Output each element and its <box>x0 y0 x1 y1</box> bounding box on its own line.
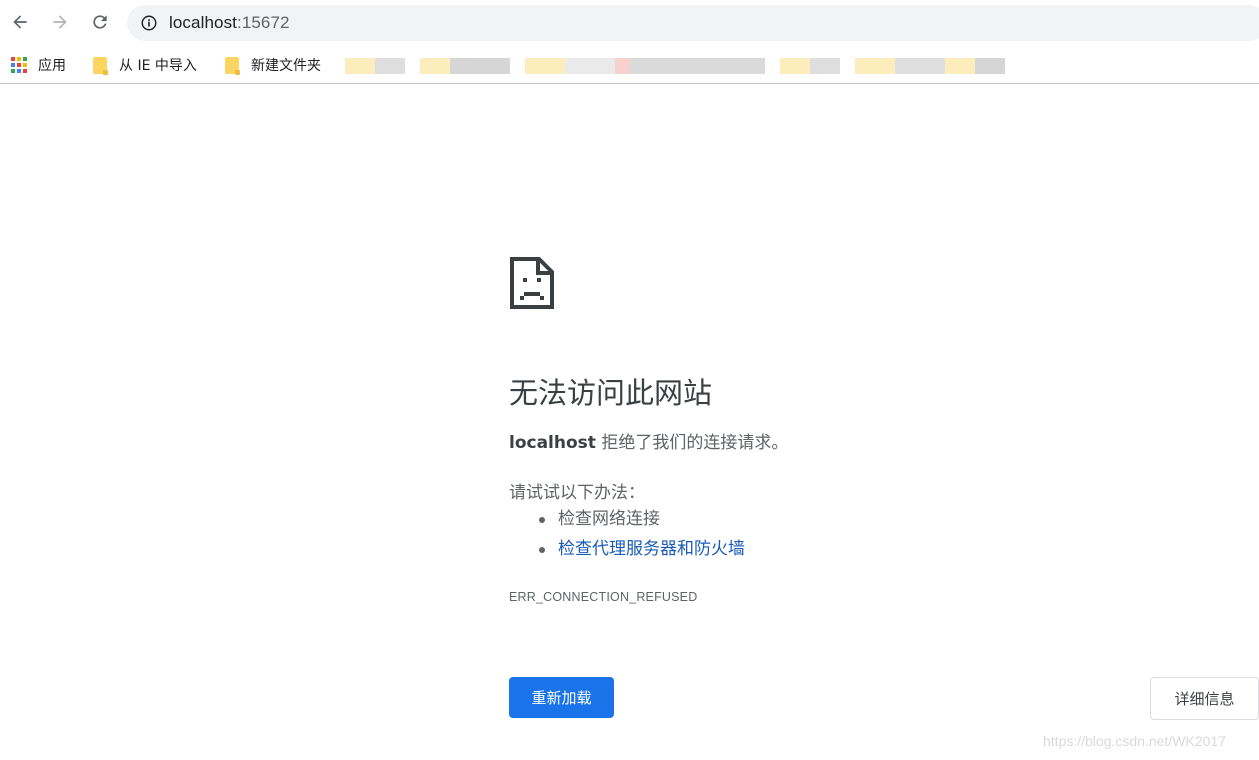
folder-icon <box>223 56 241 75</box>
error-title: 无法访问此网站 <box>509 376 713 410</box>
error-host: localhost <box>509 433 596 453</box>
error-code: ERR_CONNECTION_REFUSED <box>509 590 698 604</box>
arrow-right-icon <box>53 15 67 29</box>
bookmark-ie-label: 从 IE 中导入 <box>119 58 197 74</box>
bookmark-apps-label: 应用 <box>38 58 66 74</box>
suggestion-check-network: 检查网络连接 <box>509 507 745 537</box>
arrow-left-icon <box>13 15 27 29</box>
bookmark-import-from-ie[interactable]: 从 IE 中导入 <box>91 53 197 77</box>
url-host: localhost <box>169 13 237 32</box>
suggestions-heading: 请试试以下办法： <box>509 483 645 503</box>
error-description: localhost 拒绝了我们的连接请求。 <box>509 428 788 453</box>
details-button[interactable]: 详细信息 <box>1150 677 1259 720</box>
browser-toolbar: localhost:15672 <box>0 0 1259 46</box>
address-bar-url[interactable]: localhost:15672 <box>169 13 290 33</box>
watermark: https://blog.csdn.net/WK2017 <box>1043 733 1226 749</box>
forward-button[interactable] <box>45 7 75 37</box>
suggestion-check-proxy-firewall-link[interactable]: 检查代理服务器和防火墙 <box>509 537 745 567</box>
address-bar[interactable]: localhost:15672 <box>127 5 1259 41</box>
reload-page-button[interactable] <box>85 7 115 37</box>
folder-icon <box>91 56 109 75</box>
bookmark-new-folder[interactable]: 新建文件夹 <box>223 53 321 77</box>
sad-page-icon <box>510 257 554 309</box>
reload-button[interactable]: 重新加载 <box>509 677 614 718</box>
error-message: 拒绝了我们的连接请求。 <box>595 433 789 453</box>
bookmark-apps[interactable]: 应用 <box>10 53 66 77</box>
back-button[interactable] <box>5 7 35 37</box>
apps-grid-icon <box>10 56 28 74</box>
bookmark-new-folder-label: 新建文件夹 <box>251 58 321 74</box>
site-info-icon[interactable] <box>139 13 159 33</box>
refresh-icon <box>93 15 107 29</box>
suggestions-list: 检查网络连接 检查代理服务器和防火墙 <box>509 507 745 567</box>
obscured-bookmarks <box>340 52 1030 82</box>
url-port: :15672 <box>237 13 290 32</box>
